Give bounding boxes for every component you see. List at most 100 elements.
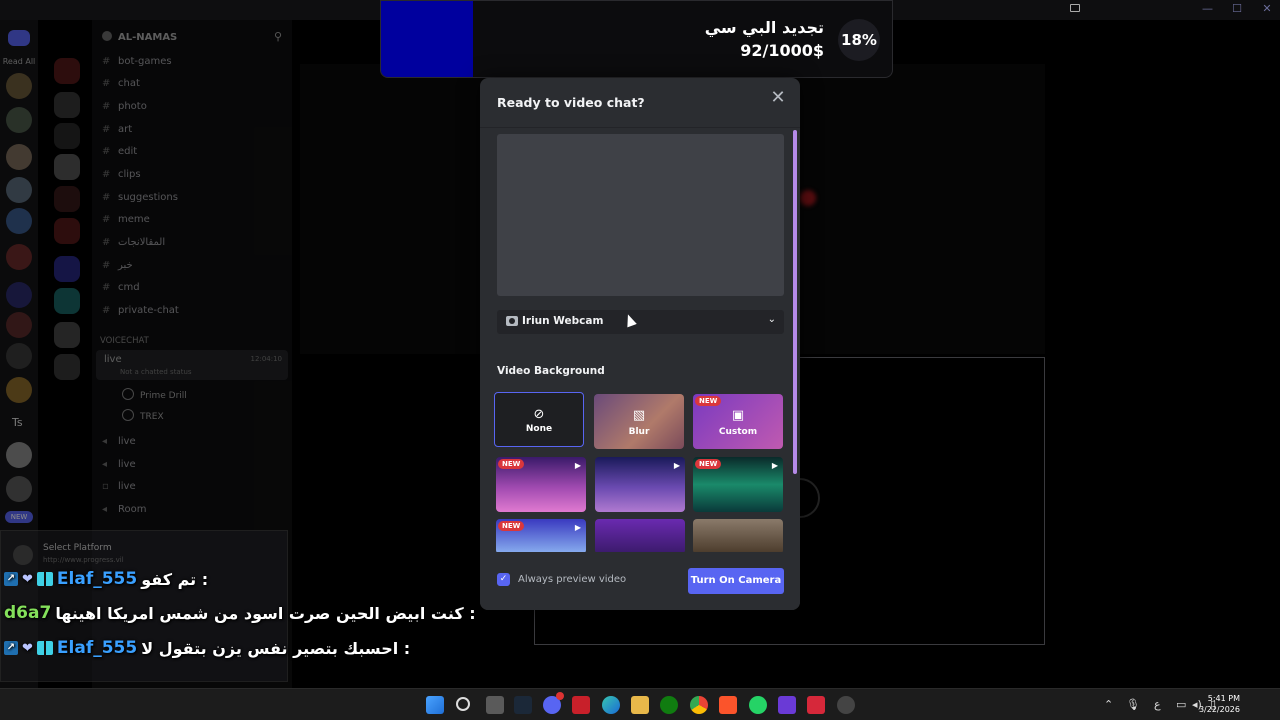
search-icon[interactable] [456,697,470,711]
chat-username: Elaf_555 [56,569,138,589]
server-icon[interactable] [6,282,32,308]
maximize-button[interactable]: ☐ [1232,2,1242,15]
voice-channel-item[interactable]: ◂ live [102,459,136,470]
server-icon[interactable] [54,123,80,149]
channel-item[interactable]: # art [102,124,132,135]
server-icon[interactable] [54,322,80,348]
discord-logo-icon[interactable] [8,30,30,46]
voice-channel-live[interactable]: live Not a chatted status 12:04:10 [96,350,288,380]
voice-category[interactable]: VOICECHAT [100,336,149,346]
recording-app-icon[interactable] [572,696,590,714]
camera-select[interactable]: Iriun Webcam ⌄ [497,310,784,334]
channel-item[interactable]: # suggestions [102,192,178,203]
channel-item[interactable]: # edit [102,146,137,157]
platform-label[interactable]: Select Platform [43,543,112,553]
whatsapp-icon[interactable] [749,696,767,714]
chrome-icon[interactable] [690,696,708,714]
network-icon[interactable]: ▭ [1176,698,1186,711]
invite-icon[interactable]: ⚲ [274,30,282,43]
server-icon[interactable] [6,476,32,502]
background-tile[interactable]: ▶ [595,457,685,512]
server-name[interactable]: AL-NAMAS [102,31,177,43]
channel-item[interactable]: # photo [102,101,147,112]
always-preview-label[interactable]: Always preview video [518,574,626,585]
server-icon[interactable] [6,208,32,234]
file-explorer-icon[interactable] [631,696,649,714]
channel-item[interactable]: # cmd [102,282,140,293]
task-view-icon[interactable] [486,696,504,714]
xbox-icon[interactable] [660,696,678,714]
server-icon[interactable] [54,154,80,180]
server-icon[interactable] [54,256,80,282]
screen-share-icon[interactable] [1070,4,1080,12]
voice-timer: 12:04:10 [250,355,282,363]
channel-item[interactable]: # private-chat [102,305,179,316]
server-icon[interactable] [54,58,80,84]
read-all-button[interactable]: Read All [0,57,38,66]
windows-start-icon[interactable] [426,696,444,714]
server-icon[interactable] [6,144,32,170]
channel-item[interactable]: # meme [102,214,150,225]
clock[interactable]: 5:41 PM 3/22/2026 [1199,693,1240,715]
edge-icon[interactable] [602,696,620,714]
server-icon[interactable] [6,244,32,270]
server-icon[interactable] [54,92,80,118]
background-tile[interactable] [595,519,685,552]
channel-item[interactable]: # clips [102,169,141,180]
goal-progress-bar [381,1,473,77]
channel-item[interactable]: # خبر [102,260,133,271]
minimize-button[interactable]: — [1202,2,1213,15]
language-indicator[interactable]: ع [1154,698,1161,711]
modal-scrollbar[interactable] [793,130,797,474]
voice-user[interactable]: Prime Drill [122,388,187,401]
voice-channel-item[interactable]: ◂ Room [102,504,146,515]
server-icon[interactable] [6,343,32,369]
channel-item[interactable]: # bot-games [102,56,172,67]
hash-icon: # [102,146,111,157]
voice-channel-item[interactable]: ▫ live [102,481,136,492]
server-icon[interactable] [54,354,80,380]
voice-channel-item[interactable]: ◂ live [102,436,136,447]
server-ts-label[interactable]: Ts [12,416,23,429]
background-none-tile[interactable]: ⊘ None [494,392,584,447]
new-badge: NEW [695,459,722,469]
hash-icon: # [102,101,111,112]
voice-user[interactable]: TREX [122,409,164,422]
none-icon: ⊘ [533,407,545,422]
background-custom-tile[interactable]: NEW ▣ Custom [693,394,783,449]
vivaldi-icon[interactable] [807,696,825,714]
tray-chevron-icon[interactable]: ⌃ [1104,698,1113,711]
avatar [122,409,134,421]
background-blur-tile[interactable]: ▧ Blur [594,394,684,449]
always-preview-checkbox[interactable]: ✓ [497,573,510,586]
background-tile[interactable]: NEW ▶ [496,519,586,552]
background-tile[interactable] [693,519,783,552]
server-icon[interactable] [54,186,80,212]
server-icon[interactable] [6,442,32,468]
close-icon[interactable]: ✕ [768,88,788,108]
server-icon[interactable] [54,218,80,244]
channel-item[interactable]: # المقالانجات [102,237,165,248]
channel-label: private-chat [118,305,179,316]
arrow-badge-icon: ↗ [4,572,18,586]
server-icon[interactable] [6,377,32,403]
close-window-button[interactable]: ✕ [1262,2,1272,15]
channel-label: art [118,124,133,135]
obs-icon[interactable] [837,696,855,714]
server-icon[interactable] [6,73,32,99]
turn-on-camera-button[interactable]: Turn On Camera [688,568,784,594]
hash-icon: # [102,124,111,135]
server-icon[interactable] [54,288,80,314]
server-icon[interactable] [6,312,32,338]
server-icon[interactable] [6,177,32,203]
channel-item[interactable]: # chat [102,78,140,89]
app-grid-icon[interactable] [778,696,796,714]
brave-icon[interactable] [719,696,737,714]
background-tile[interactable]: NEW ▶ [496,457,586,512]
channel-label: خبر [118,260,133,271]
steam-icon[interactable] [514,696,532,714]
server-icon[interactable] [6,107,32,133]
background-tile[interactable]: NEW ▶ [693,457,783,512]
microphone-icon[interactable]: 🎙 [1126,698,1140,711]
new-badge: NEW [5,511,33,523]
